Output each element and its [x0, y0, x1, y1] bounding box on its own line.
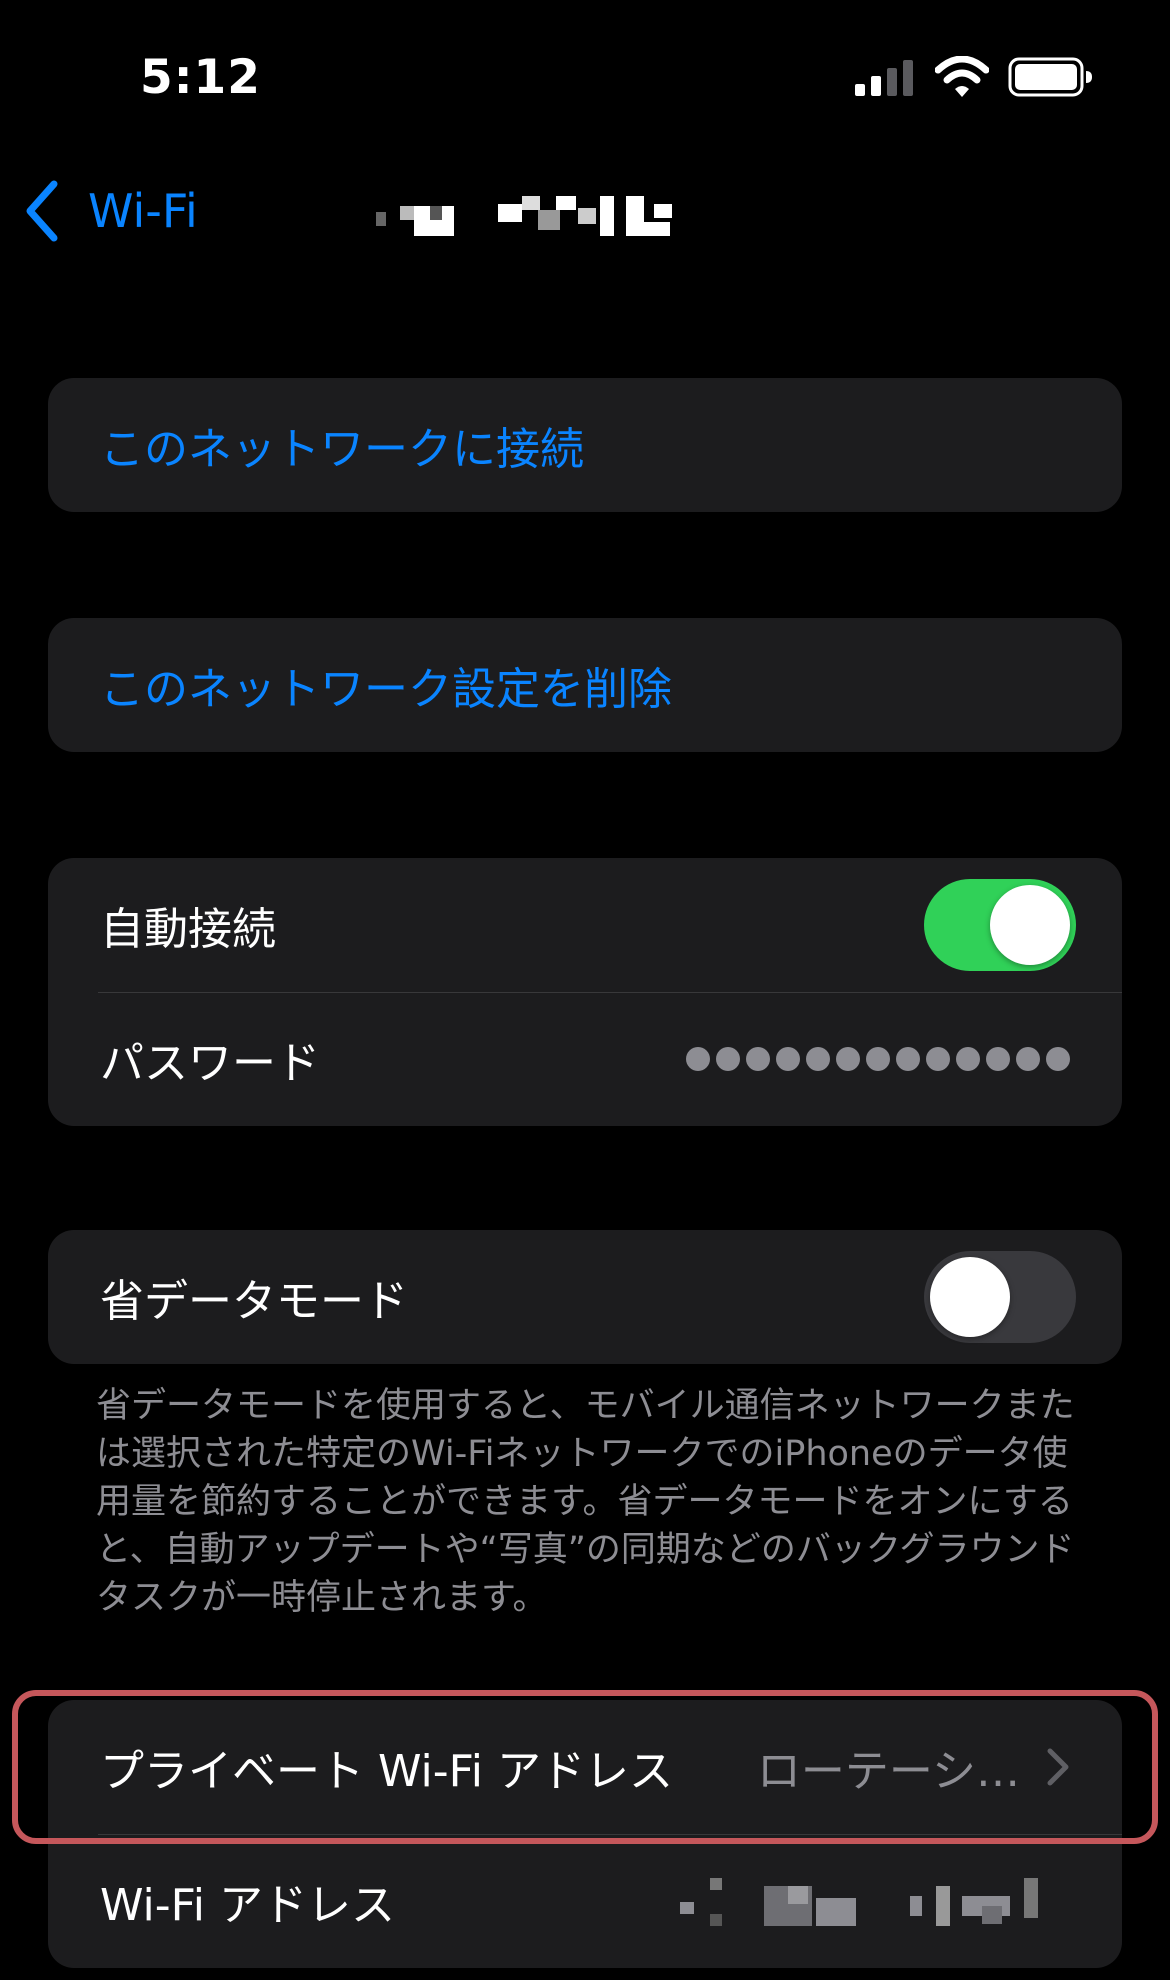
password-dot [776, 1047, 800, 1071]
join-group: このネットワークに接続 [48, 378, 1122, 512]
password-dot [956, 1047, 980, 1071]
password-dot [986, 1047, 1010, 1071]
password-dot [866, 1047, 890, 1071]
low-data-mode-toggle[interactable] [924, 1251, 1076, 1343]
password-dot [926, 1047, 950, 1071]
auto-join-group: 自動接続 パスワード [48, 858, 1122, 1126]
password-label: パスワード [100, 1038, 320, 1089]
forget-group: このネットワーク設定を削除 [48, 618, 1122, 752]
highlight-annotation [12, 1690, 1158, 1844]
password-dot [686, 1047, 710, 1071]
password-dot [1046, 1047, 1070, 1071]
password-value [686, 992, 1070, 1126]
auto-join-label: 自動接続 [100, 904, 276, 955]
password-dot [836, 1047, 860, 1071]
password-dot [896, 1047, 920, 1071]
wifi-address-redacted [680, 1878, 1038, 1926]
battery-icon [1008, 57, 1092, 97]
low-data-mode-row: 省データモード [48, 1230, 1122, 1364]
auto-join-row: 自動接続 [48, 858, 1122, 992]
status-time: 5:12 [140, 50, 261, 105]
back-label: Wi-Fi [88, 184, 198, 238]
password-dots [686, 1047, 1070, 1071]
network-name-redacted [376, 196, 672, 236]
forget-network-button[interactable]: このネットワーク設定を削除 [48, 618, 1122, 752]
password-row[interactable]: パスワード [48, 992, 1122, 1126]
cellular-signal-icon [855, 60, 913, 96]
low-data-mode-footnote: 省データモードを使用すると、モバイル通信ネットワークまたは選択された特定のWi-… [96, 1386, 1075, 1618]
low-data-mode-label: 省データモード [100, 1276, 408, 1327]
chevron-left-icon [26, 180, 58, 242]
toggle-knob [990, 885, 1070, 965]
auto-join-toggle[interactable] [924, 879, 1076, 971]
status-bar: 5:12 [0, 0, 1170, 150]
navigation-bar: Wi-Fi [0, 160, 1170, 250]
password-dot [716, 1047, 740, 1071]
password-dot [746, 1047, 770, 1071]
password-dot [1016, 1047, 1040, 1071]
back-button[interactable]: Wi-Fi [22, 180, 198, 242]
password-dot [806, 1047, 830, 1071]
wifi-icon [935, 56, 989, 97]
wifi-address-label: Wi-Fi アドレス [100, 1880, 395, 1931]
low-data-group: 省データモード [48, 1230, 1122, 1364]
join-network-button[interactable]: このネットワークに接続 [48, 378, 1122, 512]
toggle-knob [930, 1257, 1010, 1337]
wifi-address-row: Wi-Fi アドレス [48, 1834, 1122, 1968]
